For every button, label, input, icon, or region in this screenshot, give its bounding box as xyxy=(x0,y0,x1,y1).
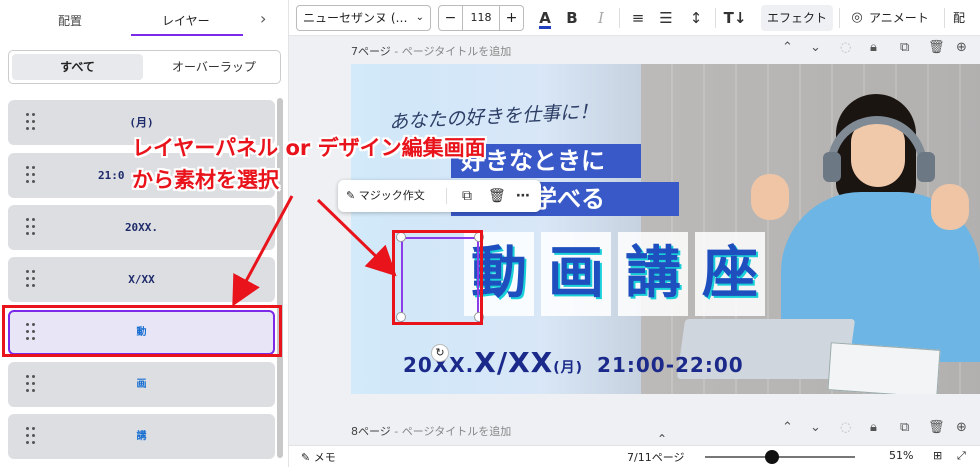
notes-label: メモ xyxy=(313,451,336,464)
zoom-slider[interactable] xyxy=(705,456,855,458)
fullscreen-icon[interactable]: ⤢ xyxy=(957,449,966,463)
notes-button[interactable]: ✎ メモ xyxy=(301,449,336,465)
annotation-arrows xyxy=(232,195,397,307)
grid-view-icon[interactable]: ⊞ xyxy=(933,449,942,462)
bottom-bar: ✎ メモ 7/11ページ 51% ⊞ ⤢ xyxy=(289,445,980,467)
zoom-slider-handle[interactable] xyxy=(765,450,779,464)
zoom-value[interactable]: 51% xyxy=(889,449,913,462)
page-counter[interactable]: 7/11ページ xyxy=(627,449,684,465)
